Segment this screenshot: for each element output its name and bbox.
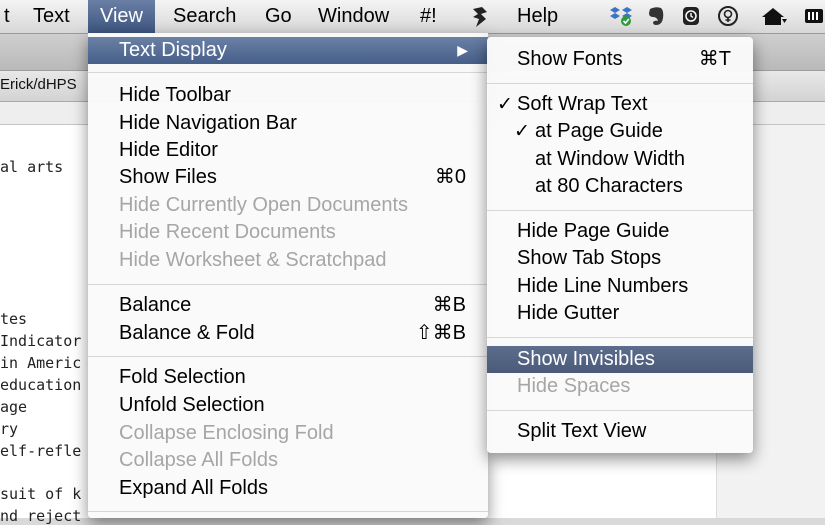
menu-item-show-fonts[interactable]: Show Fonts ⌘T [487, 46, 753, 73]
menu-item-label: Balance & Fold [119, 322, 255, 344]
menu-item-hide-page-guide[interactable]: Hide Page Guide [487, 218, 753, 245]
menu-item-soft-wrap-text[interactable]: ✓ Soft Wrap Text [487, 91, 753, 118]
checkmark-icon: ✓ [514, 121, 530, 142]
menu-item-at-80-characters[interactable]: at 80 Characters [487, 173, 753, 200]
menu-item-label: Show Tab Stops [517, 247, 662, 269]
menu-help[interactable]: Help [517, 0, 558, 33]
menu-item-label: at Window Width [535, 148, 686, 170]
menu-item-label: Hide Recent Documents [119, 221, 336, 243]
menu-item-hide-line-numbers[interactable]: Hide Line Numbers [487, 273, 753, 300]
menu-separator [88, 284, 488, 285]
menu-item-show-invisibles[interactable]: Show Invisibles [487, 346, 753, 373]
menu-item-expand-all-folds[interactable]: Expand All Folds [88, 475, 488, 502]
code-line: in Americ [0, 354, 82, 372]
time-machine-icon[interactable] [680, 5, 702, 27]
menu-item-label: Balance [119, 294, 192, 316]
menu-item-label: Hide Navigation Bar [119, 112, 297, 134]
menu-item-balance[interactable]: Balance ⌘B [88, 292, 488, 319]
script-menu-icon[interactable] [470, 6, 490, 28]
menu-text-partial[interactable]: t [4, 0, 10, 33]
checkmark-icon: ✓ [497, 94, 513, 115]
menu-item-text-display[interactable]: Text Display ▶ [88, 37, 488, 64]
menu-item-hide-spaces: Hide Spaces [487, 373, 753, 400]
menu-search[interactable]: Search [173, 0, 236, 33]
file-path[interactable]: Erick/dHPS [0, 76, 77, 93]
menu-separator [487, 337, 753, 338]
home-sync-icon[interactable] [760, 5, 788, 27]
submenu-arrow-icon: ▶ [457, 42, 468, 58]
battery-icon[interactable] [804, 5, 825, 27]
menu-item-label: at 80 Characters [535, 175, 683, 197]
evernote-icon[interactable] [645, 5, 667, 27]
menu-item-collapse-all-folds: Collapse All Folds [88, 447, 488, 474]
gauge-icon[interactable] [717, 5, 739, 27]
menu-item-hide-recent-documents: Hide Recent Documents [88, 219, 488, 246]
code-line: tes [0, 310, 28, 328]
menu-item-label: Hide Spaces [517, 375, 631, 397]
menu-item-collapse-enclosing-fold: Collapse Enclosing Fold [88, 420, 488, 447]
menu-item-label: Fold Selection [119, 366, 246, 388]
shortcut-label: ⌘B [432, 294, 466, 316]
shortcut-label: ⌘0 [434, 166, 466, 188]
menu-item-unfold-selection[interactable]: Unfold Selection [88, 392, 488, 419]
menu-item-label: Hide Page Guide [517, 220, 670, 242]
shortcut-label: ⌘T [698, 48, 731, 70]
menu-separator [487, 210, 753, 211]
menu-item-label: Hide Toolbar [119, 84, 231, 106]
menu-item-label: Collapse All Folds [119, 449, 278, 471]
view-menu: Text Display ▶ Hide Toolbar Hide Navigat… [88, 33, 488, 518]
menu-item-balance-fold[interactable]: Balance & Fold ⇧⌘B [88, 320, 488, 347]
menu-item-show-tab-stops[interactable]: Show Tab Stops [487, 245, 753, 272]
menu-item-fold-selection[interactable]: Fold Selection [88, 364, 488, 391]
code-line: Indicator [0, 332, 82, 350]
menu-item-label: Split Text View [517, 420, 647, 442]
menu-item-label: at Page Guide [535, 120, 663, 142]
menu-shebang[interactable]: #! [420, 0, 437, 33]
menu-window[interactable]: Window [318, 0, 389, 33]
menu-bar: t Text View Search Go Window #! Help [0, 0, 825, 34]
code-line: elf-refle [0, 442, 82, 460]
menu-item-label: Soft Wrap Text [517, 93, 648, 115]
menu-item-hide-editor[interactable]: Hide Editor [88, 137, 488, 164]
code-line: al arts [0, 158, 64, 176]
code-line: nd reject [0, 507, 82, 525]
menu-item-show-files[interactable]: Show Files ⌘0 [88, 164, 488, 191]
shortcut-label: ⇧⌘B [415, 322, 466, 344]
menu-separator [88, 356, 488, 357]
menu-item-hide-toolbar[interactable]: Hide Toolbar [88, 82, 488, 109]
menu-item-label: Show Files [119, 166, 217, 188]
menu-item-hide-open-documents: Hide Currently Open Documents [88, 192, 488, 219]
dropbox-sync-icon[interactable] [609, 5, 633, 27]
menu-text[interactable]: Text [33, 0, 70, 33]
code-line: ry [0, 420, 19, 438]
menu-item-hide-worksheet: Hide Worksheet & Scratchpad [88, 247, 488, 274]
menu-item-at-window-width[interactable]: at Window Width [487, 146, 753, 173]
code-line: age [0, 398, 28, 416]
menu-item-label: Hide Editor [119, 139, 218, 161]
menu-item-label: Unfold Selection [119, 394, 265, 416]
menu-item-label: Hide Line Numbers [517, 275, 689, 297]
menu-item-hide-gutter[interactable]: Hide Gutter [487, 300, 753, 327]
menu-item-label: Hide Currently Open Documents [119, 194, 409, 216]
menu-separator [88, 72, 488, 73]
menu-view[interactable]: View [88, 0, 155, 33]
menu-item-label: Show Fonts [517, 48, 623, 70]
code-line: education [0, 376, 82, 394]
menu-item-label: Collapse Enclosing Fold [119, 422, 334, 444]
menu-separator [487, 410, 753, 411]
menu-separator [487, 83, 753, 84]
code-line: suit of k [0, 485, 82, 503]
menu-item-at-page-guide[interactable]: ✓ at Page Guide [487, 118, 753, 145]
text-display-submenu: Show Fonts ⌘T ✓ Soft Wrap Text ✓ at Page… [487, 37, 753, 453]
menu-item-hide-navigation-bar[interactable]: Hide Navigation Bar [88, 110, 488, 137]
menu-item-split-text-view[interactable]: Split Text View [487, 418, 753, 445]
menu-separator [88, 511, 488, 512]
menu-item-label: Show Invisibles [517, 348, 655, 370]
menu-item-label: Hide Gutter [517, 302, 620, 324]
menu-go[interactable]: Go [265, 0, 292, 33]
menu-item-label: Text Display [119, 39, 227, 61]
menu-item-label: Hide Worksheet & Scratchpad [119, 249, 387, 271]
menu-item-label: Expand All Folds [119, 477, 268, 499]
